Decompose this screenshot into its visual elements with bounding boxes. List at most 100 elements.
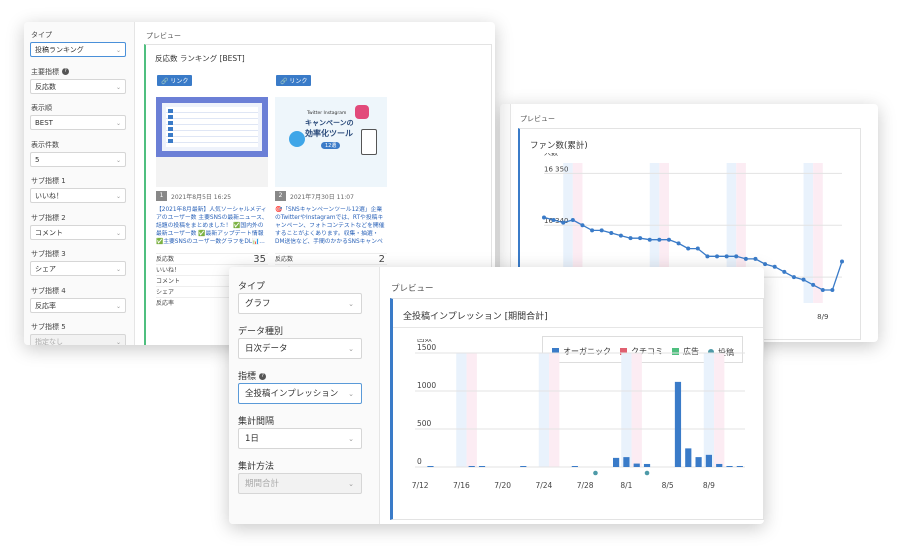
field-label: 表示件数 bbox=[31, 140, 59, 149]
weekend-band-sun bbox=[549, 353, 560, 467]
data-point bbox=[782, 269, 787, 274]
data-point bbox=[580, 223, 585, 228]
field-label: サブ指標 1 bbox=[31, 177, 66, 185]
post-1-thumbnail bbox=[156, 97, 268, 157]
field-select[interactable]: 投稿ランキング ⌄ bbox=[30, 42, 126, 57]
instagram-icon bbox=[355, 105, 369, 119]
chevron-down-icon: ⌄ bbox=[115, 83, 121, 91]
link-badge: 🔗 リンク bbox=[157, 75, 193, 86]
data-point bbox=[695, 246, 700, 251]
select-value: BEST bbox=[35, 119, 53, 127]
field-select[interactable]: 反応数 ⌄ bbox=[30, 78, 126, 94]
chevron-down-icon: ⌄ bbox=[348, 345, 354, 353]
data-point bbox=[657, 237, 662, 242]
chevron-down-icon: ⌄ bbox=[115, 266, 121, 273]
card-divider bbox=[393, 327, 763, 328]
data-point bbox=[542, 215, 546, 220]
field-label: サブ指標 4 bbox=[31, 286, 66, 295]
x-tick-label: 8/1 bbox=[620, 481, 632, 490]
bar bbox=[685, 448, 692, 467]
field-select[interactable]: 5 ⌄ bbox=[30, 151, 126, 167]
post-date: 2021年7月30日 11:07 bbox=[290, 194, 354, 201]
chevron-down-icon: ⌄ bbox=[115, 47, 121, 54]
data-point bbox=[686, 246, 691, 251]
bar bbox=[736, 466, 743, 467]
select-value: シェア bbox=[35, 265, 56, 273]
bar bbox=[674, 381, 682, 467]
post-text[interactable]: 🎯「SNSキャンペーンツール12選」企業のTwitterやInstagramでは… bbox=[275, 206, 387, 246]
field-select: 期間合計 ⌄ bbox=[238, 473, 362, 494]
post-date: 2021年8月5日 16:25 bbox=[171, 194, 232, 201]
data-point bbox=[638, 236, 643, 241]
bar bbox=[571, 466, 578, 467]
post-2-thumbnail: Twitter Instagram キャンペーンの 効率化ツール 12選 bbox=[275, 97, 387, 187]
bar bbox=[726, 466, 733, 467]
chevron-down-icon: ⌄ bbox=[348, 435, 354, 443]
window3-sidebar: タイプ グラフ ⌄ データ種別 日次データ ⌄ 指標? 全投稿インプレッション ⌄ 集計間隔 1日 ⌄… bbox=[229, 267, 380, 524]
bar bbox=[520, 466, 527, 467]
data-point bbox=[609, 231, 614, 235]
field-label: 集計間隔 bbox=[238, 417, 275, 427]
help-icon[interactable]: ? bbox=[62, 68, 69, 75]
field-select[interactable]: 全投稿インプレッション ⌄ bbox=[238, 383, 362, 404]
post-marker bbox=[644, 470, 650, 476]
bar bbox=[468, 466, 475, 467]
select-value: 反応率 bbox=[35, 301, 56, 310]
metric-label: 反応率 bbox=[156, 300, 175, 307]
post-marker bbox=[593, 470, 598, 476]
field-select[interactable]: 1日 ⌄ bbox=[238, 428, 362, 449]
data-point bbox=[763, 262, 768, 267]
post-text[interactable]: 【2021年8月最新】人気ソーシャルメディアのユーザー数 主要SNSの最新ニュー… bbox=[156, 206, 268, 246]
bar bbox=[716, 463, 723, 467]
metric-label: いいね！ bbox=[156, 267, 181, 274]
data-point bbox=[628, 236, 633, 241]
data-point bbox=[791, 275, 796, 280]
chevron-down-icon: ⌄ bbox=[348, 480, 354, 488]
x-tick-label: 7/12 bbox=[412, 481, 429, 490]
select-value: 日次データ bbox=[245, 344, 288, 354]
metric-label: 反応数 bbox=[156, 256, 175, 263]
y-tick-label: 0 bbox=[417, 457, 422, 466]
chevron-down-icon: ⌄ bbox=[115, 156, 121, 164]
fan-count-card-title: ファン数(累計) bbox=[530, 141, 588, 151]
data-point bbox=[647, 237, 652, 242]
field-label: サブ指標 3 bbox=[31, 250, 66, 258]
window1-sidebar: タイプ 投稿ランキング ⌄ 主要指標? 反応数 ⌄ 表示順 BEST ⌄ 表示件数 5 ⌄ サブ指標 1… bbox=[24, 22, 135, 345]
x-tick-label: 7/16 bbox=[453, 481, 470, 490]
field-select[interactable]: 反応率 ⌄ bbox=[30, 297, 126, 313]
chevron-down-icon: ⌄ bbox=[115, 339, 121, 345]
field-select[interactable]: いいね！ ⌄ bbox=[30, 188, 126, 203]
impression-bar-chart: 回数0500100015007/127/167/207/247/288/18/5… bbox=[412, 339, 745, 490]
impression-window: タイプ グラフ ⌄ データ種別 日次データ ⌄ 指標? 全投稿インプレッション ⌄ 集計間隔 1日 ⌄… bbox=[229, 267, 764, 524]
data-point bbox=[811, 282, 816, 287]
field-select[interactable]: グラフ ⌄ bbox=[238, 293, 362, 314]
chevron-down-icon: ⌄ bbox=[115, 120, 121, 127]
weekend-band-sun bbox=[466, 353, 477, 467]
phone-illustration bbox=[361, 129, 377, 155]
y-tick-label: 1000 bbox=[417, 381, 436, 390]
x-tick-label: 7/20 bbox=[494, 481, 511, 490]
impression-card: 全投稿インプレッション [期間合計] オーガニッククチコミ広告投稿 回数0500… bbox=[390, 298, 764, 520]
thumb-caption-3: 効率化ツール bbox=[305, 129, 353, 138]
data-point bbox=[801, 277, 806, 282]
select-value: 5 bbox=[35, 155, 40, 164]
field-select[interactable]: 日次データ ⌄ bbox=[238, 338, 362, 359]
bar bbox=[705, 454, 712, 467]
metric-row: 反応数 35 bbox=[156, 253, 268, 265]
field-select[interactable]: コメント ⌄ bbox=[30, 224, 126, 240]
field-select[interactable]: シェア ⌄ bbox=[30, 261, 126, 276]
metric-label: 反応数 bbox=[275, 256, 294, 263]
help-icon[interactable]: ? bbox=[259, 373, 267, 380]
field-label: 集計方法 bbox=[238, 462, 275, 472]
select-value: 反応数 bbox=[35, 82, 56, 91]
window3-preview-label: プレビュー bbox=[391, 284, 434, 294]
twitter-icon bbox=[289, 131, 305, 147]
field-label: 指標? bbox=[238, 369, 267, 382]
field-select[interactable]: BEST ⌄ bbox=[30, 115, 126, 130]
weekend-band-sun bbox=[813, 163, 823, 303]
field-label: 主要指標? bbox=[31, 67, 69, 77]
metric-label: シェア bbox=[156, 289, 175, 296]
window1-preview-label: プレビュー bbox=[146, 32, 181, 40]
chevron-down-icon: ⌄ bbox=[348, 390, 354, 398]
rank-number: 2 bbox=[275, 191, 286, 201]
